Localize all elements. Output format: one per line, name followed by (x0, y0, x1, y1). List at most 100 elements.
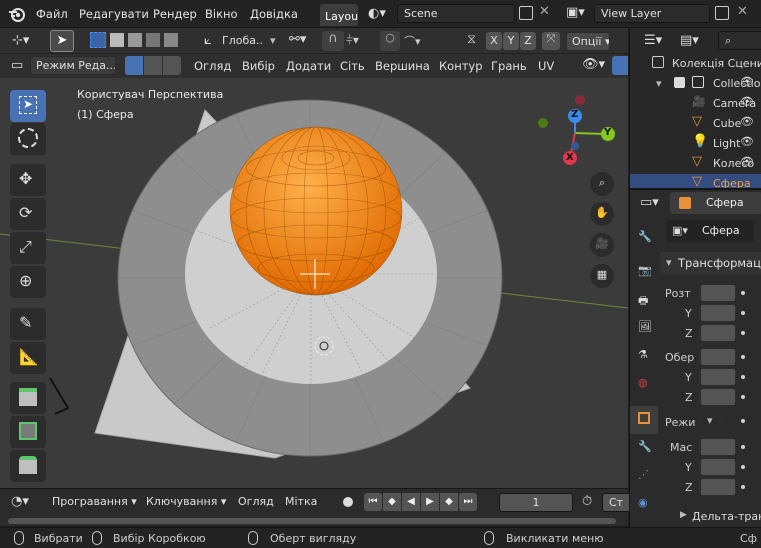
outliner-root[interactable]: Колекція Сцени (630, 54, 761, 74)
eye-icon[interactable]: 👁 (740, 95, 754, 108)
eye-icon[interactable]: 👁 (740, 155, 754, 168)
menu-mesh[interactable]: Сіть (340, 59, 365, 73)
pan-hand-icon[interactable]: ✋ (590, 202, 614, 226)
select-mode-new-icon[interactable] (90, 32, 106, 48)
snap-icon[interactable]: ∩ (322, 31, 344, 51)
menu-file[interactable]: Файл (36, 7, 68, 21)
outliner-item-light[interactable]: 💡 Light 👁 (630, 134, 761, 154)
timeline-editor-icon[interactable]: ◔▾ (11, 494, 29, 509)
snap-target-icon[interactable]: ⫩▾ (346, 33, 359, 48)
cursor-tool[interactable] (10, 123, 46, 155)
3d-viewport[interactable]: Користувач Перспектива (1) Сфера Z Y X ⌕… (0, 78, 628, 488)
keyframe-dot[interactable] (741, 355, 745, 359)
measure-tool[interactable]: 📐 (10, 342, 46, 374)
workspace-tab-layout[interactable]: Layout (320, 4, 358, 26)
keyframe-dot[interactable] (741, 445, 745, 449)
scale-tool[interactable]: ⤢ (10, 232, 46, 264)
select-mode-subtract-icon[interactable] (128, 33, 142, 47)
vertex-select-icon[interactable] (125, 56, 143, 75)
close-scene-icon[interactable]: ✕ (539, 4, 550, 19)
gizmo-toggle-icon[interactable] (612, 56, 628, 75)
output-tab-icon[interactable]: 🖶 (630, 286, 658, 314)
close-view-layer-icon[interactable]: ✕ (737, 4, 748, 19)
copy-scene-icon[interactable] (519, 6, 533, 20)
stopwatch-icon[interactable]: ⏱ (582, 494, 592, 509)
outliner-item-wheel[interactable]: ▽ Колесо 👁 (630, 154, 761, 174)
transform-panel-header[interactable]: ▾ Трансформація (660, 252, 761, 274)
perspective-grid-icon[interactable]: ▦ (590, 264, 614, 288)
menu-select[interactable]: Вибір (242, 59, 275, 73)
view-layer-tab-icon[interactable]: 🖼 (630, 314, 658, 342)
menu-face[interactable]: Грань (491, 59, 527, 73)
outliner-search-input[interactable]: ⌕ (718, 31, 761, 50)
location-y-field[interactable] (700, 304, 736, 322)
outliner-item-cube[interactable]: ▽ Cube 👁 (630, 114, 761, 134)
visibility-eye-icon[interactable]: 👁▾ (582, 57, 605, 72)
auto-merge-icon[interactable]: ⤧ (542, 32, 560, 50)
rotation-z-field[interactable] (700, 388, 736, 406)
mirror-x-button[interactable]: X (486, 32, 502, 50)
menu-window[interactable]: Вікно (205, 7, 238, 21)
proportional-falloff-icon[interactable]: ⌒▾ (404, 33, 421, 49)
outliner-item-collection[interactable]: ▾ Collection 👁 (630, 74, 761, 94)
transform-pivot-icon[interactable]: ⊹▾ (12, 33, 29, 48)
mirror-y-button[interactable]: Y (503, 32, 519, 50)
world-tab-icon[interactable]: ◍ (630, 370, 658, 398)
mode-dropdown[interactable]: Режим Реда... (30, 56, 116, 75)
rotation-x-field[interactable] (700, 348, 736, 366)
proportional-edit-icon[interactable]: ○ (380, 31, 400, 51)
menu-keying[interactable]: Ключування ▾ (146, 495, 226, 508)
transform-orientation-dropdown[interactable]: Глоба.. (222, 34, 263, 47)
select-mode-intersect-icon[interactable] (164, 33, 178, 47)
name-field-row[interactable]: ▣▾ Сфера (666, 220, 754, 242)
render-tab-icon[interactable]: 📷 (630, 258, 658, 286)
blender-logo-icon[interactable] (8, 5, 26, 23)
keyframe-dot[interactable] (741, 419, 745, 423)
next-keyframe-icon[interactable]: ◆ (440, 493, 458, 511)
keyframe-dot[interactable] (741, 485, 745, 489)
select-cursor-icon[interactable]: ➤ (50, 30, 74, 52)
menu-help[interactable]: Довідка (250, 7, 298, 21)
object-name-header[interactable]: Сфера (670, 192, 761, 214)
extrude-tool[interactable] (10, 416, 46, 448)
keyframe-dot[interactable] (741, 395, 745, 399)
timeline-scrollbar[interactable] (8, 518, 616, 524)
options-dropdown[interactable]: Опції ▾ (566, 32, 610, 51)
menu-vertex[interactable]: Вершина (375, 59, 430, 73)
menu-edit[interactable]: Редагувати (79, 7, 149, 21)
keyframe-dot[interactable] (741, 331, 745, 335)
view-layer-field[interactable]: View Layer (594, 4, 710, 23)
tool-tab-icon[interactable]: 🔧 (630, 224, 658, 252)
rotate-tool[interactable]: ⟳ (10, 198, 46, 230)
camera-view-icon[interactable]: 🎥 (590, 233, 614, 257)
jump-end-icon[interactable]: ⏭ (459, 493, 477, 511)
select-mode-extend-icon[interactable] (110, 33, 124, 47)
modifier-tab-icon[interactable]: 🔧 (630, 434, 658, 462)
delta-transform-header[interactable]: ▶ Дельта-трансформація (674, 508, 761, 526)
keyframe-dot[interactable] (741, 291, 745, 295)
orientation-icon[interactable]: ⟀ (204, 33, 212, 48)
play-reverse-icon[interactable]: ◀ (402, 493, 420, 511)
eye-icon[interactable]: 👁 (740, 75, 754, 88)
mirror-icon[interactable]: ⧖ (467, 32, 476, 47)
outliner-item-sphere[interactable]: ▽ Сфера (630, 174, 761, 188)
properties-editor-icon[interactable]: ▭▾ (640, 195, 659, 210)
scale-y-field[interactable] (700, 458, 736, 476)
menu-add[interactable]: Додати (286, 59, 331, 73)
jump-start-icon[interactable]: ⏮ (364, 493, 382, 511)
checkbox-icon[interactable] (674, 77, 685, 88)
inset-tool[interactable] (10, 450, 46, 482)
menu-uv[interactable]: UV (538, 59, 554, 73)
record-icon[interactable] (343, 497, 353, 507)
menu-marker[interactable]: Мітка (285, 495, 317, 508)
start-frame-field[interactable]: Ст (602, 493, 632, 512)
location-z-field[interactable] (700, 324, 736, 342)
move-tool[interactable]: ✥ (10, 164, 46, 196)
face-select-icon[interactable] (163, 56, 181, 75)
keyframe-dot[interactable] (741, 311, 745, 315)
menu-playback[interactable]: Програвання ▾ (52, 495, 137, 508)
add-cube-tool[interactable] (10, 382, 46, 414)
scene-name-field[interactable]: Scene (397, 4, 515, 23)
edge-select-icon[interactable] (144, 56, 162, 75)
view-layer-icon[interactable]: ▣▾ (566, 5, 585, 20)
